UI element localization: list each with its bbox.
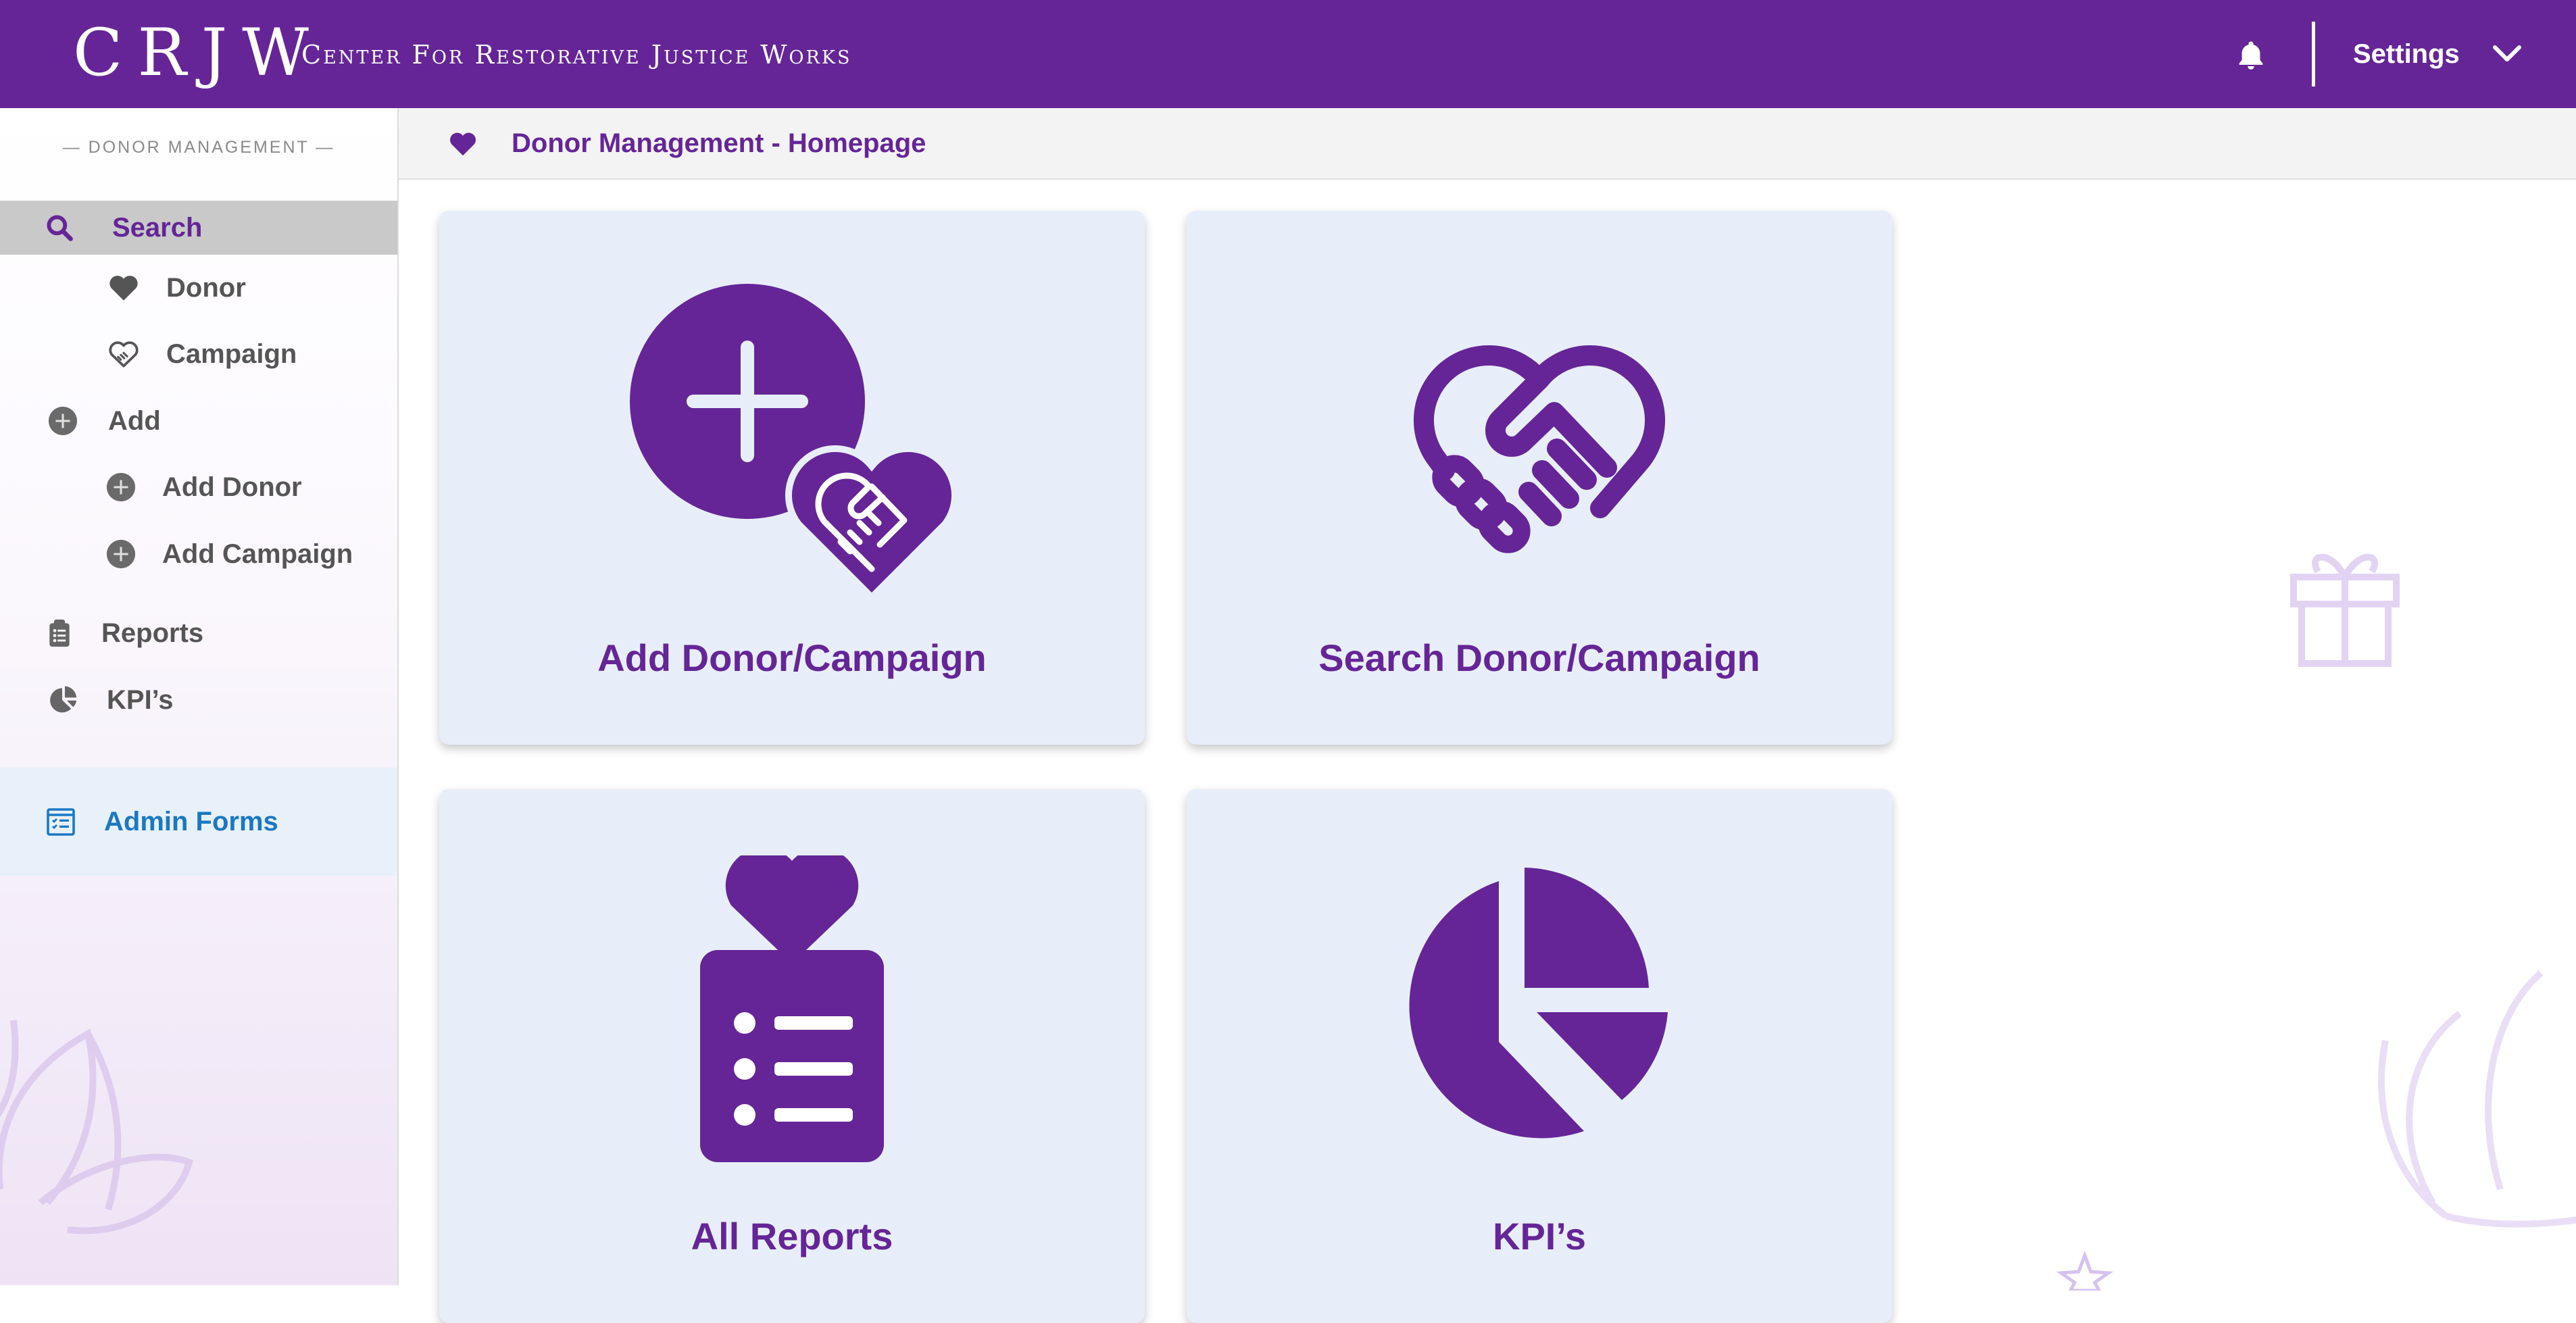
- tile-add-donor-campaign[interactable]: Add Donor/Campaign: [439, 211, 1145, 745]
- lotus-decoration-icon: [0, 1020, 194, 1234]
- tile-label: All Reports: [691, 1215, 893, 1257]
- pie-chart-icon: [1409, 868, 1668, 1139]
- sidebar-item-kpis[interactable]: KPI’s: [0, 673, 397, 727]
- sidebar-item-donor[interactable]: Donor: [0, 261, 397, 315]
- handshake-heart-icon: [109, 341, 139, 368]
- lotus-decoration-icon: [2378, 970, 2576, 1228]
- settings-menu-button[interactable]: Settings: [2353, 34, 2460, 74]
- form-list-icon: [47, 808, 75, 836]
- top-bar: CRJW Center For Restorative Justice Work…: [0, 0, 2576, 108]
- page-title: Donor Management - Homepage: [512, 128, 926, 158]
- search-icon: [47, 215, 73, 241]
- clipboard-heart-icon: [700, 855, 884, 1162]
- clipboard-list-icon: [49, 619, 70, 647]
- tile-label: Add Donor/Campaign: [597, 636, 987, 679]
- sidebar-item-label: Add: [108, 405, 161, 436]
- logo-text[interactable]: Center For Restorative Justice Works: [301, 38, 852, 72]
- sidebar-item-label: Campaign: [166, 339, 297, 369]
- add-heart-icon: [630, 284, 959, 600]
- gift-icon: [2290, 553, 2400, 667]
- sidebar-item-label: Admin Forms: [104, 806, 278, 837]
- sidebar-item-label: Reports: [101, 618, 204, 648]
- sidebar-item-label: Add Campaign: [162, 539, 353, 569]
- header-divider: [2312, 22, 2315, 86]
- star-decoration-icon: [2056, 1250, 2114, 1291]
- logo-mark[interactable]: CRJW: [73, 15, 324, 91]
- tile-search-donor-campaign[interactable]: Search Donor/Campaign: [1187, 211, 1892, 745]
- handshake-heart-icon: [1413, 345, 1666, 553]
- sidebar-item-add[interactable]: Add: [0, 394, 397, 448]
- sidebar-item-label: Donor: [166, 272, 246, 303]
- tile-label: Search Donor/Campaign: [1318, 636, 1760, 679]
- heart-icon: [109, 276, 138, 301]
- sidebar-item-label: Search: [112, 212, 203, 243]
- sidebar-item-campaign[interactable]: Campaign: [0, 327, 397, 381]
- sidebar-item-add-donor[interactable]: Add Donor: [0, 460, 397, 514]
- plus-circle-icon: [106, 539, 136, 569]
- sidebar: — DONOR MANAGEMENT — Search Donor Campai…: [0, 108, 399, 1285]
- breadcrumb: Donor Management - Homepage: [399, 108, 2576, 180]
- plus-circle-icon: [48, 406, 78, 436]
- heart-icon: [450, 132, 476, 156]
- tile-kpis[interactable]: KPI’s: [1187, 789, 1892, 1323]
- chevron-down-icon[interactable]: [2491, 41, 2523, 68]
- tile-label: KPI’s: [1493, 1215, 1586, 1257]
- sidebar-item-reports[interactable]: Reports: [0, 606, 397, 660]
- sidebar-item-admin-forms[interactable]: Admin Forms: [0, 768, 397, 876]
- bell-icon[interactable]: [2233, 38, 2269, 73]
- sidebar-item-add-campaign[interactable]: Add Campaign: [0, 527, 397, 581]
- plus-circle-icon: [106, 472, 136, 502]
- sidebar-item-label: Add Donor: [162, 472, 302, 502]
- sidebar-item-search[interactable]: Search: [0, 201, 397, 255]
- sidebar-section-title: — DONOR MANAGEMENT —: [62, 138, 335, 157]
- sidebar-item-label: KPI’s: [107, 684, 174, 715]
- pie-chart-icon: [50, 686, 77, 713]
- tile-all-reports[interactable]: All Reports: [439, 789, 1145, 1323]
